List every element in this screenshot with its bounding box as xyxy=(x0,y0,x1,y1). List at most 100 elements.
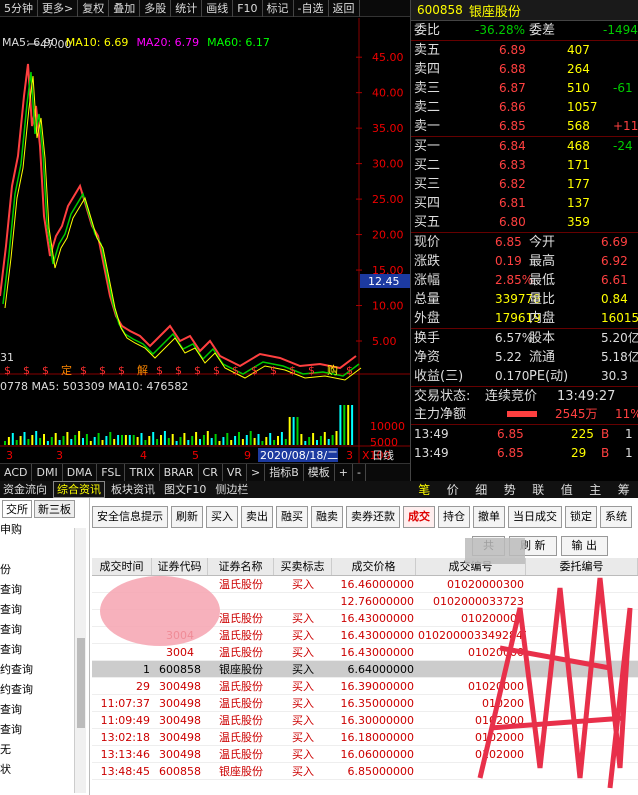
volume-bar xyxy=(331,435,334,445)
indicator-tab-1[interactable]: DMI xyxy=(32,464,63,481)
toolbar-button-4[interactable]: 多股 xyxy=(140,0,172,17)
quote-tab-7[interactable]: 筹 xyxy=(618,481,630,498)
ask-label: 卖一 xyxy=(414,119,441,134)
volume-bar xyxy=(230,440,233,445)
table-cell: 温氏股份 xyxy=(219,697,263,710)
stat2-value: 5.22 xyxy=(495,350,522,364)
volume-bar xyxy=(19,436,22,445)
trade-button-12[interactable]: 系统 xyxy=(600,506,632,528)
table-cell: 13:13:46 xyxy=(100,748,150,761)
quote-tab-6[interactable]: 主 xyxy=(589,481,601,498)
trade-button-2[interactable]: 买入 xyxy=(206,506,238,528)
quote-tab-2[interactable]: 细 xyxy=(475,481,487,498)
sidebar-tab-1[interactable]: 新三板 xyxy=(34,500,75,518)
kline-chart[interactable]: 45.00 40.00 35.00 30.00 25.00 20.00 15.00 10.00… xyxy=(0,18,410,463)
column-header-3[interactable]: 买卖标志 xyxy=(274,558,332,575)
stat-label: 涨跌 xyxy=(414,254,441,269)
weibi-label: 委比 xyxy=(414,23,441,38)
volume-bar xyxy=(97,433,100,445)
trade-button-11[interactable]: 锁定 xyxy=(565,506,597,528)
stat-row-1: 涨跌 0.19 最高 6.92 xyxy=(411,252,638,271)
indicator-tab-7[interactable]: VR xyxy=(223,464,248,481)
toolbar-button-7[interactable]: F10 xyxy=(233,0,263,17)
toolbar-button-0[interactable]: 5分钟 xyxy=(0,0,38,17)
indicator-tab-8[interactable]: > xyxy=(247,464,266,481)
toolbar-button-6[interactable]: 画线 xyxy=(202,0,234,17)
indicator-tab-4[interactable]: TRIX xyxy=(125,464,160,481)
column-header-1[interactable]: 证券代码 xyxy=(152,558,208,575)
redaction-scribble xyxy=(477,577,633,789)
volume-bar xyxy=(265,437,268,445)
trade-button-6[interactable]: 卖券还款 xyxy=(346,506,400,528)
volume-legend: 0778 MA5: 503309 MA10: 476582 xyxy=(0,380,188,393)
toolbar-button-10[interactable]: 返回 xyxy=(329,0,360,17)
flow-value: 2545万 xyxy=(555,407,598,421)
stock-code: 600858 xyxy=(417,3,463,17)
scroll-thumb[interactable] xyxy=(77,638,85,728)
table-cell: 温氏股份 xyxy=(219,629,263,642)
trade-button-8[interactable]: 持仓 xyxy=(438,506,470,528)
toolbar-button-2[interactable]: 复权 xyxy=(78,0,110,17)
toolbar-button-8[interactable]: 标记 xyxy=(263,0,294,17)
toolbar-button-9[interactable]: -自选 xyxy=(294,0,329,17)
info-tab-4[interactable]: 侧边栏 xyxy=(212,482,251,497)
trade-button-7[interactable]: 成交 xyxy=(403,506,435,528)
trade-button-0[interactable]: 安全信息提示 xyxy=(92,506,168,528)
stat2-value: 6.57% xyxy=(495,331,534,345)
indicator-tab-5[interactable]: BRAR xyxy=(160,464,199,481)
info-tab-2[interactable]: 板块资讯 xyxy=(108,482,158,497)
toolbar-button-1[interactable]: 更多> xyxy=(38,0,79,17)
table-cell: 300498 xyxy=(159,680,201,693)
toolbar-button-3[interactable]: 叠加 xyxy=(109,0,141,17)
price-tick-label: 25.00 xyxy=(372,193,404,206)
trade-button-9[interactable]: 撤单 xyxy=(473,506,505,528)
ask-change: -61 xyxy=(613,81,633,95)
event-marker: $ xyxy=(4,364,11,377)
trade-button-4[interactable]: 融买 xyxy=(276,506,308,528)
date-tag-label: 2020/08/18/二 xyxy=(260,449,338,462)
indicator-tab-10[interactable]: 模板 xyxy=(304,464,335,481)
quote-tab-1[interactable]: 价 xyxy=(447,481,459,498)
stat2-value2: 5.20亿 xyxy=(601,331,638,345)
volume-bar xyxy=(351,405,354,445)
sidebar-scrollbar[interactable] xyxy=(74,528,86,793)
indicator-tab-11[interactable]: + xyxy=(335,464,354,481)
stat2-row-1: 净资 5.22 流通 5.18亿 xyxy=(411,348,638,367)
volume-bar xyxy=(144,440,147,445)
info-tab-1[interactable]: 综合资讯 xyxy=(53,481,105,498)
indicator-tab-6[interactable]: CR xyxy=(199,464,223,481)
indicator-tab-2[interactable]: DMA xyxy=(63,464,98,481)
indicator-tab-3[interactable]: FSL xyxy=(97,464,126,481)
tick-list: 13:49 6.85 225 B 1 13:49 6.85 29 B 1 xyxy=(411,424,638,463)
trade-button-5[interactable]: 融卖 xyxy=(311,506,343,528)
trade-button-3[interactable]: 卖出 xyxy=(241,506,273,528)
toolbar-button-5[interactable]: 统计 xyxy=(171,0,203,17)
table-cell: 3004 xyxy=(166,646,194,659)
table-cell: 温氏股份 xyxy=(219,714,263,727)
trade-button-10[interactable]: 当日成交 xyxy=(508,506,562,528)
column-header-0[interactable]: 成交时间 xyxy=(92,558,152,575)
volume-bar xyxy=(218,441,221,445)
column-header-2[interactable]: 证券名称 xyxy=(208,558,274,575)
quote-tab-4[interactable]: 联 xyxy=(532,481,544,498)
kline-chart-svg[interactable]: 45.0040.0035.0030.0025.0020.0015.0010.00… xyxy=(0,18,410,463)
quote-tab-5[interactable]: 值 xyxy=(561,481,573,498)
volume-bar xyxy=(308,437,311,445)
indicator-tab-12[interactable]: - xyxy=(353,464,366,481)
ask-volume: 568 xyxy=(567,119,590,133)
indicator-tab-0[interactable]: ACD xyxy=(0,464,33,481)
volume-bar xyxy=(206,431,209,445)
table-cell: 温氏股份 xyxy=(219,578,263,591)
event-marker: $ xyxy=(23,364,30,377)
quote-tab-3[interactable]: 势 xyxy=(504,481,516,498)
quote-tab-0[interactable]: 笔 xyxy=(418,481,430,498)
bid-level-0: 买一 6.84 468 -24 xyxy=(411,137,638,156)
sidebar-tab-0[interactable]: 交所 xyxy=(2,500,32,518)
indicator-tab-9[interactable]: 指标B xyxy=(265,464,304,481)
info-tab-3[interactable]: 图文F10 xyxy=(161,482,209,497)
weibi-value: -36.28% xyxy=(475,23,526,37)
column-header-4[interactable]: 成交价格 xyxy=(332,558,416,575)
ask-price: 6.86 xyxy=(499,100,526,114)
info-tab-0[interactable]: 资金流向 xyxy=(0,482,50,497)
trade-button-1[interactable]: 刷新 xyxy=(171,506,203,528)
